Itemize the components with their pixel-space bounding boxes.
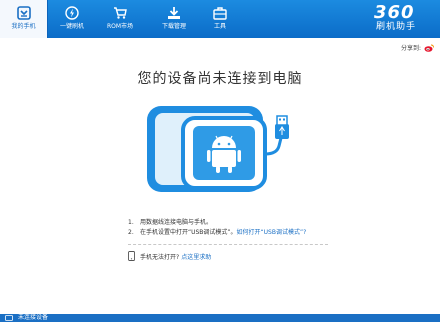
step-number: 1. <box>128 219 134 226</box>
tab-rom-market[interactable]: ROM市场 <box>96 0 144 38</box>
step-text: 用数据线连接电脑与手机。 <box>140 219 213 226</box>
tab-label: ROM市场 <box>106 23 134 30</box>
toolbox-icon <box>213 7 227 20</box>
top-nav-bar: 我的手机 一键刷机 ROM市场 下载管理 工具 360 刷机助手 <box>0 0 440 38</box>
tab-label: 下载管理 <box>161 23 186 30</box>
step-item: 1. 用数据线连接电脑与手机。 <box>128 218 306 228</box>
divider <box>128 244 328 245</box>
tab-label: 工具 <box>213 23 226 30</box>
share-label: 分享到: <box>400 45 421 52</box>
share-area: 分享到: <box>401 43 434 52</box>
device-connect-illustration <box>147 106 289 192</box>
usb-debug-help-link[interactable]: 如何打开“USB调试模式”? <box>237 228 307 238</box>
cart-icon <box>114 7 127 19</box>
tab-download-manager[interactable]: 下载管理 <box>150 0 198 38</box>
status-bar: 未连接设备 <box>0 314 440 322</box>
step-item: 2. 在手机设置中打开“USB调试模式”。 如何打开“USB调试模式”? <box>128 228 306 238</box>
page-title: 您的设备尚未连接到电脑 <box>137 71 303 87</box>
app-logo: 360 刷机助手 <box>368 4 436 36</box>
flash-icon <box>65 6 79 20</box>
logo-text: 刷机助手 <box>376 22 417 32</box>
status-text: 未连接设备 <box>18 314 49 321</box>
step-number: 2. <box>128 229 134 236</box>
tab-label: 一键刷机 <box>59 23 84 30</box>
logo-number: 360 <box>374 2 415 23</box>
tab-my-phone[interactable]: 我的手机 <box>0 0 48 38</box>
tab-one-click-flash[interactable]: 一键刷机 <box>48 0 96 38</box>
tab-label: 我的手机 <box>11 23 36 30</box>
help-text: 手机无法打开? <box>140 253 180 261</box>
download-icon <box>168 7 180 19</box>
step-text: 在手机设置中打开“USB调试模式”。 <box>140 229 237 236</box>
weibo-icon[interactable] <box>424 44 434 52</box>
help-link[interactable]: 点这里求助 <box>181 252 211 261</box>
phone-icon <box>16 6 31 20</box>
tab-tools[interactable]: 工具 <box>196 0 244 38</box>
help-row: 手机无法打开? 点这里求助 <box>128 251 211 261</box>
disconnected-icon <box>5 315 13 321</box>
connection-steps: 1. 用数据线连接电脑与手机。 2. 在手机设置中打开“USB调试模式”。 如何… <box>128 218 306 238</box>
mobile-icon <box>128 251 135 261</box>
